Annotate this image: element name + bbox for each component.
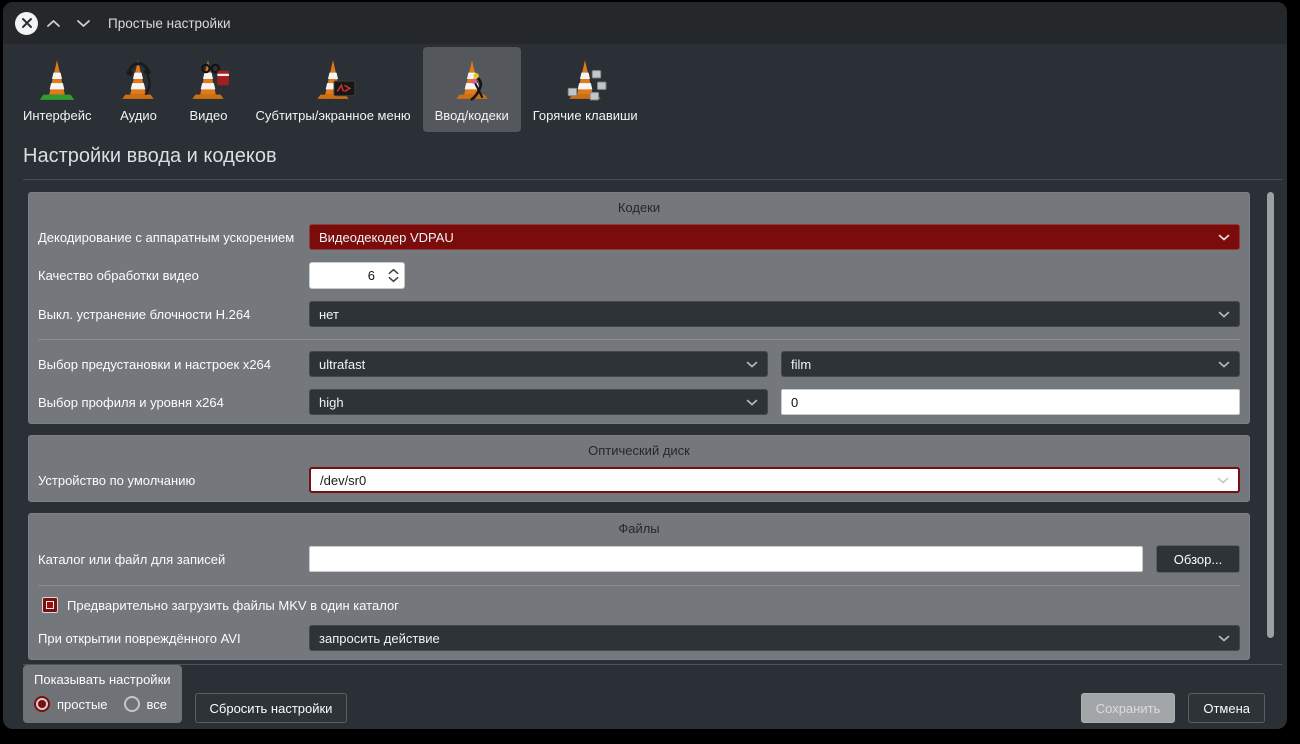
toolbar-item-audio[interactable]: Аудио [103, 47, 173, 132]
vlc-simple-preferences-window: Простые настройки Интерфейс [3, 2, 1287, 729]
hotkeys-cone-icon [562, 57, 608, 103]
files-header: Файлы [38, 518, 1240, 545]
codecs-panel: Кодеки Декодирование с аппаратным ускоре… [28, 192, 1250, 424]
damaged-avi-select[interactable]: запросить действие [309, 625, 1240, 651]
settings-scroll-area: Кодеки Декодирование с аппаратным ускоре… [3, 180, 1287, 664]
vertical-scrollbar[interactable] [1267, 190, 1274, 648]
default-device-label: Устройство по умолчанию [38, 473, 296, 488]
spin-down-icon [388, 276, 399, 283]
h264-deblock-select[interactable]: нет [309, 301, 1240, 327]
interface-cone-icon [34, 57, 80, 103]
hw-decoding-label: Декодирование с аппаратным ускорением [38, 230, 296, 245]
damaged-avi-label: При открытии повреждённого AVI [38, 631, 296, 646]
toolbar-item-subtitles[interactable]: Субтитры/экранное меню [243, 47, 422, 132]
video-quality-label: Качество обработки видео [38, 268, 296, 283]
x264-profile-label: Выбор профиля и уровня x264 [38, 395, 296, 410]
scrollbar-thumb[interactable] [1267, 192, 1274, 638]
category-toolbar: Интерфейс Аудио [3, 44, 1287, 132]
chevron-down-icon [746, 361, 758, 368]
toolbar-item-input-codecs[interactable]: Ввод/кодеки [423, 47, 521, 132]
files-panel: Файлы Каталог или файл для записей Обзор… [28, 513, 1250, 660]
input-codecs-cone-icon [449, 57, 495, 103]
browse-button[interactable]: Обзор... [1156, 545, 1240, 573]
toolbar-item-interface[interactable]: Интерфейс [11, 47, 103, 132]
cancel-button[interactable]: Отмена [1188, 693, 1265, 723]
mkv-preload-label: Предварительно загрузить файлы MKV в оди… [67, 598, 399, 613]
codecs-header: Кодеки [38, 197, 1240, 224]
chevron-down-icon [1217, 477, 1229, 484]
toolbar-item-video[interactable]: Видео [173, 47, 243, 132]
default-device-combo[interactable]: /dev/sr0 [309, 467, 1240, 493]
window-title: Простые настройки [108, 16, 231, 31]
audio-cone-icon [115, 57, 161, 103]
subtitles-cone-icon [310, 57, 356, 103]
chevron-down-icon [1218, 361, 1230, 368]
record-dir-label: Каталог или файл для записей [38, 552, 296, 567]
hw-decoding-select[interactable]: Видеодекодер VDPAU [309, 224, 1240, 250]
codecs-divider [38, 339, 1240, 340]
chevron-down-icon [76, 19, 91, 28]
x264-tune-select[interactable]: film [781, 351, 1240, 377]
spinner-arrows[interactable] [382, 263, 404, 288]
chevron-down-icon [1218, 234, 1230, 241]
page-title: Настройки ввода и кодеков [3, 132, 1287, 179]
x264-level-input[interactable] [781, 389, 1240, 415]
toolbar-item-label: Аудио [120, 108, 157, 123]
close-icon [21, 17, 33, 29]
radio-all-button[interactable] [124, 696, 140, 712]
radio-simple-button[interactable] [34, 696, 50, 712]
toolbar-item-label: Горячие клавиши [533, 108, 638, 123]
x264-preset-label: Выбор предустановки и настроек x264 [38, 357, 296, 372]
toolbar-item-label: Видео [189, 108, 227, 123]
toolbar-item-label: Ввод/кодеки [435, 108, 509, 123]
spin-up-icon [388, 268, 399, 275]
files-divider [38, 585, 1240, 586]
shade-up-button[interactable] [38, 13, 68, 33]
x264-preset-select[interactable]: ultrafast [309, 351, 768, 377]
footer-bar: Показывать настройки простые все Сбросит… [3, 665, 1287, 729]
h264-deblock-label: Выкл. устранение блочности H.264 [38, 307, 296, 322]
reset-settings-button[interactable]: Сбросить настройки [195, 693, 348, 723]
toolbar-item-label: Интерфейс [23, 108, 91, 123]
titlebar: Простые настройки [3, 2, 1287, 44]
radio-simple-option[interactable]: простые [34, 696, 108, 712]
radio-all-label: все [147, 697, 168, 712]
record-dir-input[interactable] [309, 546, 1143, 572]
save-button[interactable]: Сохранить [1081, 693, 1176, 723]
video-quality-spinner[interactable]: 6 [309, 262, 405, 289]
chevron-down-icon [1218, 635, 1230, 642]
optical-disc-header: Оптический диск [38, 440, 1240, 467]
toolbar-item-hotkeys[interactable]: Горячие клавиши [521, 47, 650, 132]
close-button[interactable] [15, 12, 38, 35]
shade-down-button[interactable] [68, 13, 98, 33]
mkv-preload-checkbox[interactable] [42, 597, 58, 613]
radio-simple-label: простые [57, 697, 108, 712]
x264-profile-select[interactable]: high [309, 389, 768, 415]
toolbar-item-label: Субтитры/экранное меню [255, 108, 410, 123]
optical-disc-panel: Оптический диск Устройство по умолчанию … [28, 435, 1250, 502]
chevron-down-icon [746, 399, 758, 406]
show-settings-group: Показывать настройки простые все [23, 665, 182, 723]
show-settings-label: Показывать настройки [34, 672, 171, 696]
chevron-up-icon [46, 19, 61, 28]
chevron-down-icon [1218, 311, 1230, 318]
video-cone-icon [185, 57, 231, 103]
radio-all-option[interactable]: все [124, 696, 168, 712]
